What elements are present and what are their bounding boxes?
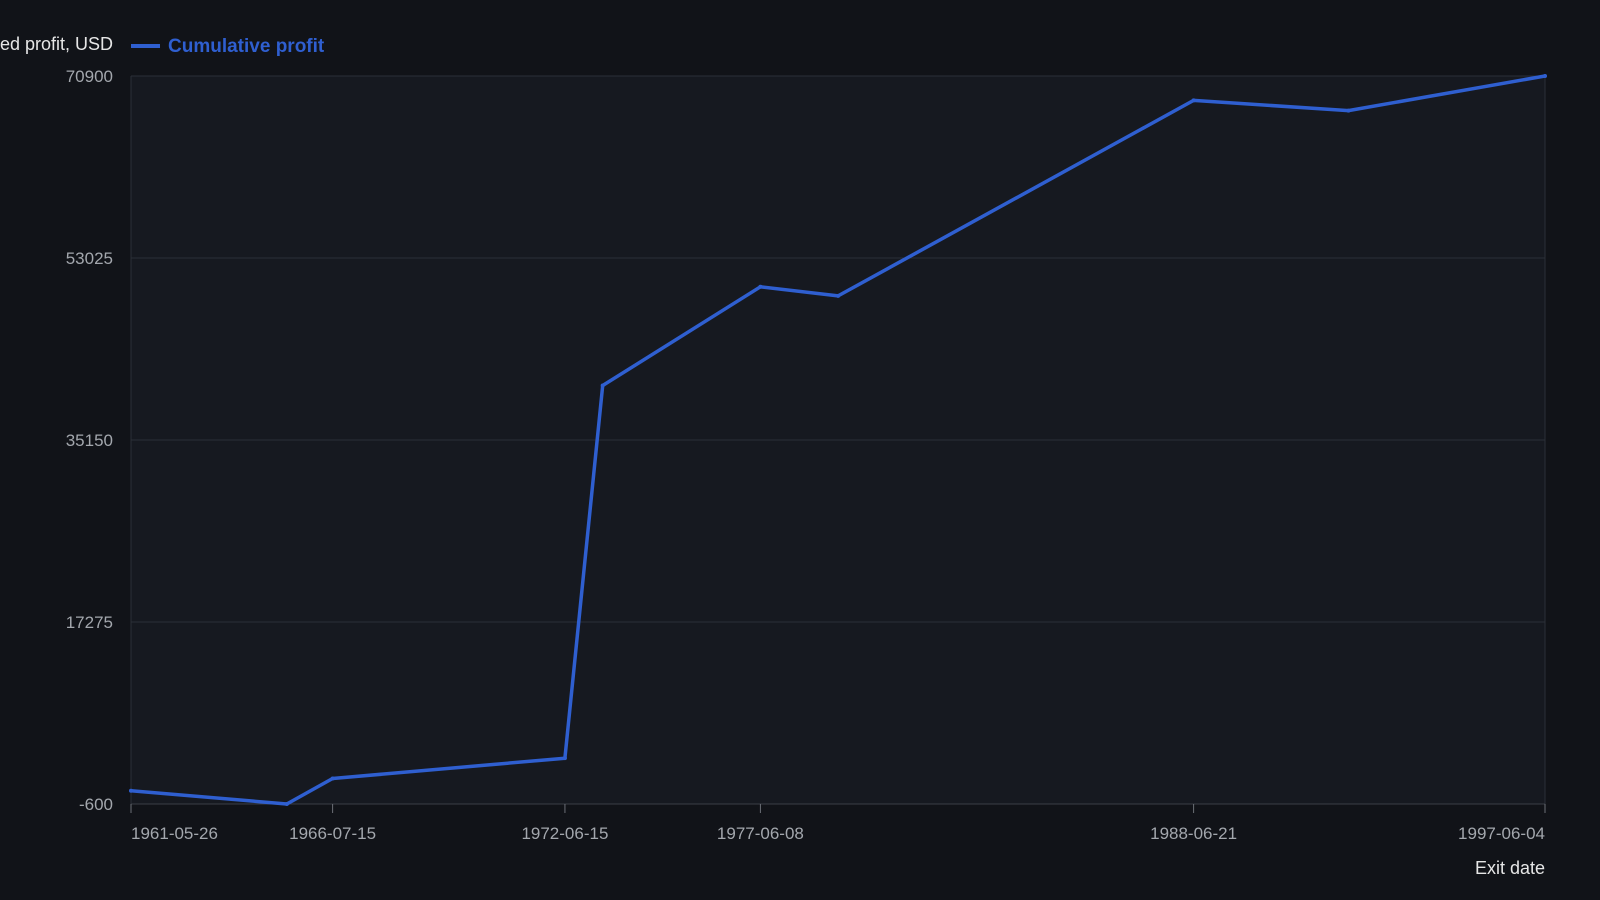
x-tick-label: 1997-06-04 (1458, 824, 1545, 843)
data-point[interactable] (600, 383, 605, 388)
x-tick-label: 1966-07-15 (289, 824, 376, 843)
y-axis-title: ed profit, USD (0, 34, 113, 54)
data-point[interactable] (330, 776, 335, 781)
y-tick-label: 35150 (66, 431, 113, 450)
data-point[interactable] (758, 284, 763, 289)
data-point[interactable] (1191, 98, 1196, 103)
y-tick-label: -600 (79, 795, 113, 814)
legend-label-cumulative-profit[interactable]: Cumulative profit (168, 36, 325, 57)
line-chart: 70900 53025 35150 17275 -600 1961-05-26 1966-0… (0, 34, 1547, 878)
y-tick-label: 70900 (66, 67, 113, 86)
data-point[interactable] (836, 293, 841, 298)
x-axis-title: Exit date (1475, 858, 1545, 878)
data-point[interactable] (562, 756, 567, 761)
y-tick-label: 53025 (66, 249, 113, 268)
chart-container: 70900 53025 35150 17275 -600 1961-05-26 1966-0… (0, 0, 1600, 900)
x-tick-label: 1988-06-21 (1150, 824, 1237, 843)
data-point[interactable] (284, 802, 289, 806)
x-tick-label: 1977-06-08 (717, 824, 804, 843)
legend: ed profit, USD Cumulative profit (0, 34, 325, 57)
data-point[interactable] (129, 788, 133, 793)
data-point[interactable] (1346, 108, 1351, 113)
x-tick-label: 1961-05-26 (131, 824, 218, 843)
x-tick-label: 1972-06-15 (521, 824, 608, 843)
y-tick-label: 17275 (66, 613, 113, 632)
data-point[interactable] (1543, 74, 1547, 78)
